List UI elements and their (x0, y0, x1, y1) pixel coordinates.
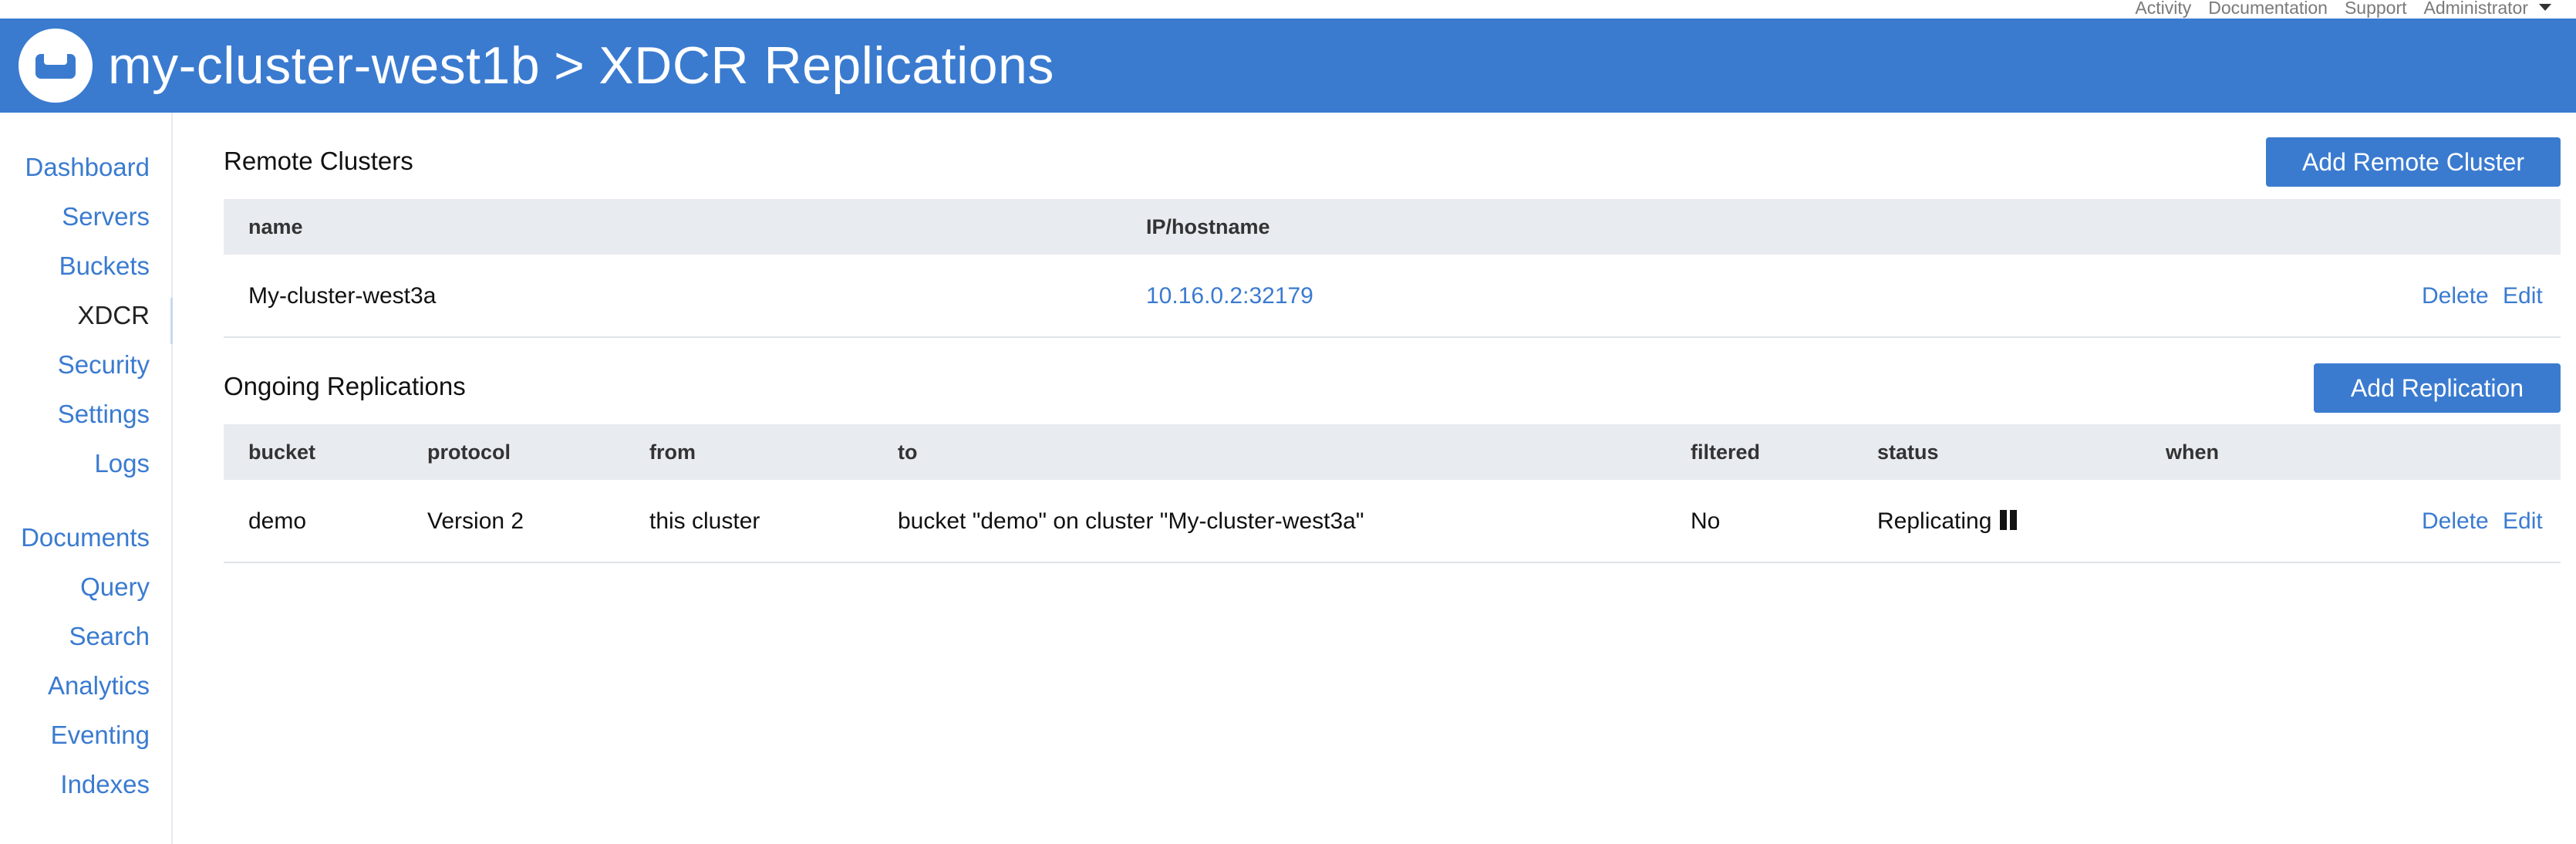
user-menu-label: Administrator (2423, 0, 2528, 18)
column-header-filtered[interactable]: filtered (1691, 424, 1760, 480)
sidebar-item-settings[interactable]: Settings (58, 400, 150, 429)
sidebar-item-documents[interactable]: Documents (21, 523, 150, 552)
sidebar-item-query[interactable]: Query (80, 572, 150, 602)
breadcrumb-page: XDCR Replications (598, 36, 1054, 95)
support-link[interactable]: Support (2345, 0, 2407, 17)
replication-filtered: No (1691, 508, 1721, 534)
documentation-link[interactable]: Documentation (2208, 0, 2328, 17)
remote-cluster-hostname-link[interactable]: 10.16.0.2:32179 (1146, 255, 1313, 338)
ongoing-replications-title: Ongoing Replications (224, 372, 466, 400)
activity-link[interactable]: Activity (2135, 0, 2191, 17)
remote-cluster-name: My-cluster-west3a (248, 283, 437, 309)
replication-from: this cluster (649, 508, 760, 534)
sidebar-item-logs[interactable]: Logs (94, 449, 150, 478)
remote-clusters-title: Remote Clusters (224, 147, 413, 175)
sidebar-active-indicator (170, 298, 173, 344)
sidebar-item-security[interactable]: Security (58, 350, 150, 380)
column-header-to[interactable]: to (898, 424, 917, 480)
sidebar-nav: Dashboard Servers Buckets XDCR Security … (0, 113, 173, 844)
sidebar-item-search[interactable]: Search (69, 622, 150, 651)
sidebar-item-servers[interactable]: Servers (62, 202, 150, 231)
column-header-status[interactable]: status (1877, 424, 1939, 480)
breadcrumb-cluster[interactable]: my-cluster-west1b (108, 36, 540, 95)
table-row: demo Version 2 this cluster bucket "demo… (224, 480, 2561, 563)
column-header-when[interactable]: when (2166, 424, 2219, 480)
user-menu[interactable]: Administrator (2423, 0, 2551, 18)
sidebar-item-dashboard[interactable]: Dashboard (25, 153, 150, 182)
column-header-from[interactable]: from (649, 424, 696, 480)
caret-down-icon (2539, 4, 2551, 12)
add-replication-button[interactable]: Add Replication (2314, 363, 2561, 413)
header-bar: my-cluster-west1b > XDCR Replications (0, 19, 2576, 113)
sidebar-item-eventing[interactable]: Eventing (51, 721, 150, 750)
remote-clusters-table-header: name IP/hostname (224, 199, 2561, 255)
couchbase-logo-icon[interactable] (19, 29, 93, 103)
replication-status-label: Replicating (1877, 508, 1992, 534)
replication-bucket: demo (248, 508, 307, 534)
delete-remote-cluster-button[interactable]: Delete (2422, 255, 2489, 338)
sidebar-item-xdcr[interactable]: XDCR (77, 301, 150, 330)
add-remote-cluster-button[interactable]: Add Remote Cluster (2266, 137, 2561, 187)
column-header-name[interactable]: name (248, 199, 303, 255)
replications-table-header: bucket protocol from to filtered status … (224, 424, 2561, 480)
pause-icon[interactable] (1999, 510, 2018, 531)
column-header-hostname[interactable]: IP/hostname (1146, 199, 1270, 255)
replication-protocol: Version 2 (427, 508, 524, 534)
sidebar-item-analytics[interactable]: Analytics (48, 671, 150, 701)
delete-replication-button[interactable]: Delete (2422, 480, 2489, 563)
column-header-protocol[interactable]: protocol (427, 424, 511, 480)
replication-to: bucket "demo" on cluster "My-cluster-wes… (898, 508, 1364, 534)
edit-replication-button[interactable]: Edit (2503, 480, 2543, 563)
table-row: My-cluster-west3a 10.16.0.2:32179 Delete… (224, 255, 2561, 338)
replication-status: Replicating (1877, 480, 2018, 563)
column-header-bucket[interactable]: bucket (248, 424, 315, 480)
edit-remote-cluster-button[interactable]: Edit (2503, 255, 2543, 338)
breadcrumb-separator: > (554, 36, 585, 95)
sidebar-item-buckets[interactable]: Buckets (59, 252, 150, 281)
page-title: my-cluster-west1b > XDCR Replications (108, 35, 1054, 96)
sidebar-item-indexes[interactable]: Indexes (60, 770, 150, 799)
top-utility-nav: Activity Documentation Support Administr… (2135, 0, 2551, 19)
